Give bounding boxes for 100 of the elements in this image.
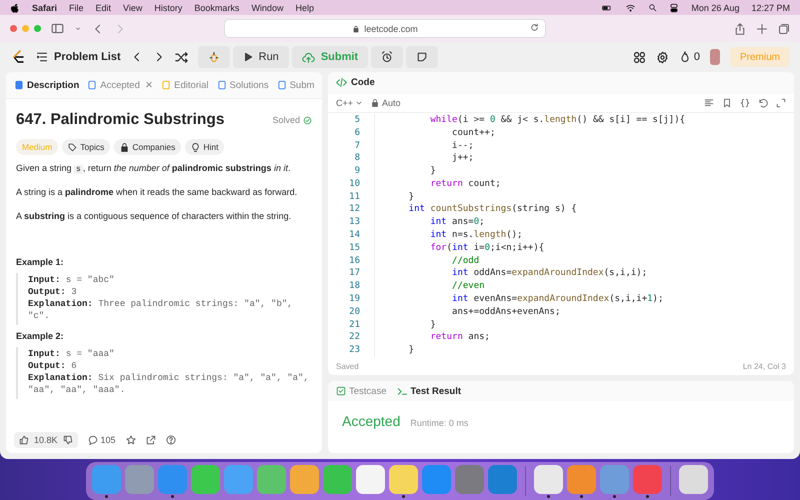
example-line: Output: 6 xyxy=(28,360,78,373)
menu-item[interactable]: Help xyxy=(295,2,314,12)
wifi-icon[interactable] xyxy=(625,2,636,12)
line-number: 7 xyxy=(328,140,375,152)
lock-icon xyxy=(352,24,360,32)
line-number: 19 xyxy=(328,293,375,306)
settings-icon[interactable] xyxy=(656,50,669,64)
lightbulb-icon xyxy=(191,142,200,152)
line-number: 18 xyxy=(328,280,375,294)
reload-icon[interactable] xyxy=(530,23,539,32)
cursor-position: Ln 24, Col 3 xyxy=(742,362,786,371)
runtime-text: Runtime: 0 ms xyxy=(410,418,468,428)
line-number: 21 xyxy=(328,318,375,332)
line-number: 15 xyxy=(328,242,375,255)
difficulty-label: Medium xyxy=(16,139,58,155)
shuffle-icon[interactable] xyxy=(174,50,188,64)
lock-icon xyxy=(371,98,380,107)
share-icon[interactable] xyxy=(734,22,746,34)
menu-item[interactable]: Bookmarks xyxy=(194,2,240,12)
menu-app-name[interactable]: Safari xyxy=(32,2,58,12)
line-number: 11 xyxy=(328,190,375,204)
menu-item[interactable]: History xyxy=(154,2,182,12)
tag-icon xyxy=(68,142,78,152)
expand-icon[interactable] xyxy=(776,98,786,108)
code-line: return ans; xyxy=(429,331,490,344)
example-line: Input: s = "abc" xyxy=(28,274,116,287)
line-number: 10 xyxy=(328,178,375,191)
flame-icon[interactable] xyxy=(678,51,691,63)
braces-icon[interactable] xyxy=(740,98,750,108)
comments-button[interactable]: 105 xyxy=(88,435,116,445)
code-line: count++; xyxy=(451,126,496,140)
tag-button[interactable]: Topics xyxy=(62,139,110,155)
result-tab[interactable]: Test Result xyxy=(396,386,462,396)
note-icon xyxy=(416,51,428,63)
tabs-overview-icon[interactable] xyxy=(778,22,790,34)
vote-buttons[interactable]: 10.8K xyxy=(14,432,78,448)
line-number: 9 xyxy=(328,165,375,178)
tag-button[interactable]: Companies xyxy=(114,139,182,155)
undo-icon[interactable] xyxy=(758,98,768,108)
code-line: //even xyxy=(451,280,485,294)
menu-item[interactable]: Edit xyxy=(96,2,112,12)
code-line: } xyxy=(408,344,414,358)
menu-date[interactable]: Mon 26 Aug xyxy=(691,2,740,12)
bookmark-icon[interactable] xyxy=(722,98,732,108)
code-line: while(i >= 0 && j< s.length() && s[i] == s[j]){ xyxy=(429,114,686,127)
checkbox-icon xyxy=(336,386,346,396)
dock-app-icon[interactable] xyxy=(534,465,563,494)
list-icon xyxy=(36,51,48,63)
close-window-button[interactable] xyxy=(10,25,17,32)
control-center-icon[interactable] xyxy=(669,2,680,12)
sidebar-icon[interactable] xyxy=(51,22,64,35)
line-number: 22 xyxy=(328,331,375,344)
problem-paragraph: A string is a palindrome when it reads the same backward as forward. xyxy=(16,187,298,200)
search-icon[interactable] xyxy=(648,3,658,12)
example-line: Explanation: Three palindromic strings: "a", "b", "c". xyxy=(28,298,294,323)
check-circle-icon xyxy=(303,116,312,124)
external-link-icon[interactable] xyxy=(146,435,156,445)
dock-app-icon[interactable] xyxy=(679,465,708,494)
autocomplete-mode[interactable]: Auto xyxy=(382,98,401,108)
format-icon[interactable] xyxy=(704,98,714,108)
menu-item[interactable]: Window xyxy=(251,2,284,12)
code-icon xyxy=(336,77,347,88)
problem-list-button[interactable]: Problem List xyxy=(36,51,121,63)
thumbs-up-icon xyxy=(19,435,29,445)
layout-grid-icon[interactable] xyxy=(632,50,646,64)
streak-count: 0 xyxy=(694,51,700,63)
line-number: 12 xyxy=(328,203,375,216)
code-line: } xyxy=(408,190,414,204)
alarm-clock-icon xyxy=(381,51,394,63)
dock-app-icon[interactable] xyxy=(356,465,385,494)
address-bar[interactable]: leetcode.com xyxy=(224,19,546,38)
code-line: //odd xyxy=(451,254,480,268)
example-line: Output: 3 xyxy=(28,286,78,299)
language-dropdown[interactable]: C++ xyxy=(336,98,364,108)
help-icon[interactable] xyxy=(166,435,176,445)
line-number: 8 xyxy=(328,152,375,166)
menu-item[interactable]: File xyxy=(69,2,84,12)
battery-icon[interactable] xyxy=(601,2,614,12)
problem-paragraph: A substring is a contiguous sequence of characters within the string. xyxy=(16,211,292,223)
run-button[interactable]: Run xyxy=(232,46,289,68)
new-tab-icon[interactable] xyxy=(756,22,768,34)
menu-time[interactable]: 12:27 PM xyxy=(751,2,790,12)
panel-tab[interactable]: Description xyxy=(14,80,80,90)
problem-statement: Given a string s , return the number of palindromic substrings in it. xyxy=(16,163,292,176)
save-status: Saved xyxy=(336,362,359,371)
code-line: } xyxy=(429,318,436,332)
tag-button[interactable]: Hint xyxy=(185,139,224,155)
code-line: i--; xyxy=(451,140,474,152)
example-line: Explanation: Six palindromic strings: "a", "a", "a", "aa", "aa", "aaa". xyxy=(28,372,310,397)
code-line: int oddAns=expandAroundIndex(s,i,i); xyxy=(451,267,648,280)
lock-icon xyxy=(120,142,130,152)
code-line: int evenAns=expandAroundIndex(s,i,i+1); xyxy=(451,293,664,306)
apple-logo-icon[interactable] xyxy=(10,2,20,12)
code-line: } xyxy=(429,165,436,178)
star-icon[interactable] xyxy=(126,435,136,445)
terminal-icon xyxy=(396,386,408,396)
notes-button[interactable] xyxy=(406,46,438,68)
timer-button[interactable] xyxy=(371,46,404,68)
menu-item[interactable]: View xyxy=(123,2,142,12)
speech-bubble-icon xyxy=(88,435,98,445)
